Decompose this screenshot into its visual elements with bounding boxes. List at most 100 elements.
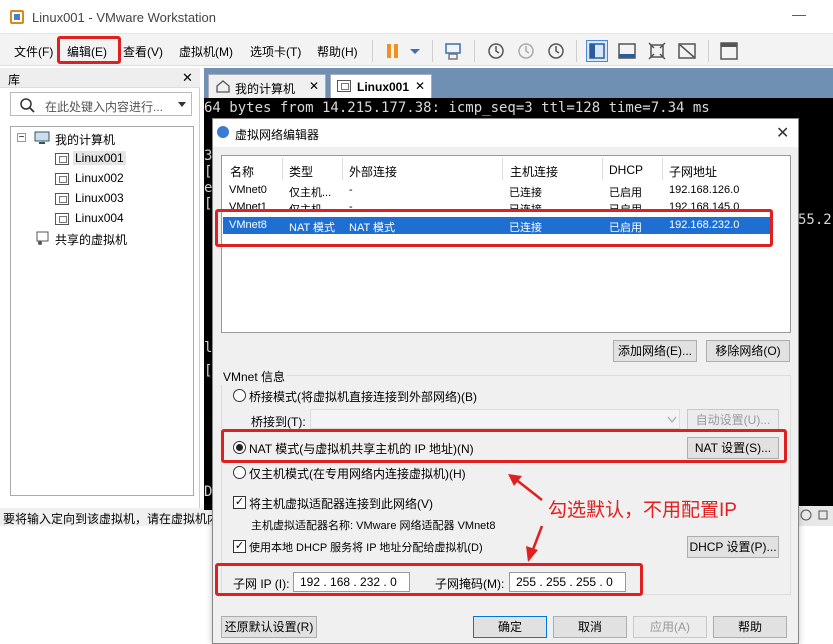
column-divider [282, 158, 283, 180]
close-icon[interactable]: ✕ [309, 79, 319, 93]
snapshot-manager-icon[interactable] [544, 40, 566, 62]
tab-linux001[interactable]: Linux001 ✕ [330, 74, 432, 98]
console-view-icon[interactable] [616, 40, 638, 62]
column-header[interactable]: 子网地址 [669, 163, 717, 180]
column-header[interactable]: 类型 [289, 163, 313, 180]
toolbar-separator [432, 40, 433, 62]
vmware-app-icon [10, 10, 24, 24]
library-search-input[interactable]: 在此处键入内容进行... [10, 92, 192, 116]
host-only-label[interactable]: 仅主机模式(在专用网络内连接虚拟机)(H) [249, 465, 466, 482]
tree-item-vm[interactable]: Linux004 [75, 211, 124, 225]
vm-icon [337, 80, 351, 92]
remove-network-button[interactable]: 移除网络(O) [706, 340, 790, 362]
tree-item-vm[interactable]: Linux002 [75, 171, 124, 185]
toolbar-separator [576, 40, 577, 62]
unity-icon[interactable] [676, 40, 698, 62]
column-divider [662, 158, 663, 180]
close-icon[interactable]: ✕ [182, 70, 193, 86]
column-header[interactable]: 主机连接 [510, 163, 558, 180]
vm-icon [55, 193, 69, 205]
menu-file[interactable]: 文件(F) [14, 43, 53, 60]
search-icon [20, 98, 35, 113]
revert-snapshot-icon[interactable] [514, 40, 536, 62]
computer-icon [34, 131, 50, 144]
tree-item-vm[interactable]: Linux001 [73, 151, 126, 165]
chevron-down-icon [667, 416, 677, 424]
status-bar-message: 要将输入定向到该虚拟机，请在虚拟机内 [0, 508, 212, 526]
close-icon[interactable]: ✕ [776, 123, 789, 143]
connect-adapter-label[interactable]: 将主机虚拟适配器连接到此网络(V) [249, 495, 433, 512]
toolbar-separator [708, 40, 709, 62]
close-icon[interactable]: ✕ [415, 79, 425, 93]
network-status-icon[interactable] [799, 508, 813, 522]
restore-defaults-button[interactable]: 还原默认设置(R) [221, 616, 317, 638]
bridge-mode-radio[interactable] [233, 389, 246, 402]
chevron-down-icon[interactable] [404, 40, 426, 62]
cell-type: 仅主机... [289, 187, 332, 199]
table-row[interactable]: VMnet0 仅主机... - 已连接 已启用 192.168.126.0 [223, 182, 771, 199]
column-header[interactable]: 外部连接 [349, 163, 397, 180]
connect-adapter-checkbox[interactable]: ✓ [233, 496, 246, 509]
use-dhcp-checkbox[interactable]: ✓ [233, 540, 246, 553]
tree-collapse-toggle[interactable]: − [17, 133, 26, 143]
status-icons[interactable] [796, 506, 833, 526]
usb-status-icon[interactable] [816, 508, 830, 522]
search-placeholder: 在此处键入内容进行... [45, 100, 164, 114]
bridge-to-label: 桥接到(T): [251, 415, 306, 429]
window-title: Linux001 - VMware Workstation [32, 10, 217, 25]
vm-icon [55, 213, 69, 225]
minimize-button[interactable]: — [792, 6, 806, 22]
menu-vm[interactable]: 虚拟机(M) [179, 43, 233, 60]
bridge-to-select[interactable] [310, 409, 680, 429]
add-network-button[interactable]: 添加网络(E)... [613, 340, 697, 362]
tab-my-computer[interactable]: 我的计算机 ✕ [208, 74, 326, 98]
ok-button[interactable]: 确定 [473, 616, 547, 638]
cell-subnet: 192.168.126.0 [669, 184, 740, 196]
annotation-box-vmnet8 [215, 209, 773, 247]
tab-strip: 我的计算机 ✕ Linux001 ✕ [204, 68, 833, 98]
menu-tabs[interactable]: 选项卡(T) [250, 43, 301, 60]
auto-settings-button[interactable]: 自动设置(U)... [687, 409, 779, 431]
tree-item-my-computer[interactable]: 我的计算机 [55, 131, 115, 148]
column-header[interactable]: 名称 [230, 163, 254, 180]
snapshot-icon[interactable] [484, 40, 506, 62]
vm-icon [55, 153, 69, 165]
preferences-icon[interactable] [718, 40, 740, 62]
tree-item-vm[interactable]: Linux003 [75, 191, 124, 205]
dialog-title: 虚拟网络编辑器 [235, 128, 320, 142]
menu-view[interactable]: 查看(V) [123, 43, 163, 60]
send-keys-icon[interactable] [442, 40, 464, 62]
vmnet-info-label: VMnet 信息 [221, 368, 288, 385]
cell-name: VMnet0 [229, 184, 267, 196]
menu-help[interactable]: 帮助(H) [317, 43, 358, 60]
column-header[interactable]: DHCP [609, 163, 643, 177]
tab-label: 我的计算机 [235, 82, 296, 96]
apply-button[interactable]: 应用(A) [633, 616, 707, 638]
column-divider [602, 158, 603, 180]
use-dhcp-label[interactable]: 使用本地 DHCP 服务将 IP 地址分配给虚拟机(D) [249, 539, 483, 555]
pause-icon[interactable] [382, 40, 404, 62]
annotation-box-subnet [215, 563, 643, 596]
cell-dhcp: 已启用 [609, 187, 642, 199]
help-button[interactable]: 帮助 [713, 616, 787, 638]
chevron-down-icon[interactable] [177, 101, 187, 109]
library-view-icon[interactable] [586, 40, 608, 62]
toolbar-separator [372, 40, 373, 62]
annotation-arrow-icon [508, 474, 544, 562]
adapter-name-text: 主机虚拟适配器名称: VMware 网络适配器 VMnet8 [251, 520, 496, 532]
bridge-mode-label[interactable]: 桥接模式(将虚拟机直接连接到外部网络)(B) [249, 388, 477, 405]
home-icon [216, 80, 230, 93]
vm-icon [55, 173, 69, 185]
cell-host: 已连接 [509, 187, 542, 199]
annotation-box-nat-mode [221, 429, 787, 463]
tree-item-shared-vms[interactable]: 共享的虚拟机 [55, 231, 127, 248]
cancel-button[interactable]: 取消 [553, 616, 627, 638]
host-only-radio[interactable] [233, 466, 246, 479]
console-fragment: 55.2 [798, 212, 832, 228]
library-title: 库 [8, 73, 21, 87]
fullscreen-icon[interactable] [646, 40, 668, 62]
toolbar-separator [474, 40, 475, 62]
shared-vms-icon [36, 231, 49, 245]
annotation-box-edit-menu [57, 36, 121, 64]
dhcp-settings-button[interactable]: DHCP 设置(P)... [687, 536, 779, 558]
